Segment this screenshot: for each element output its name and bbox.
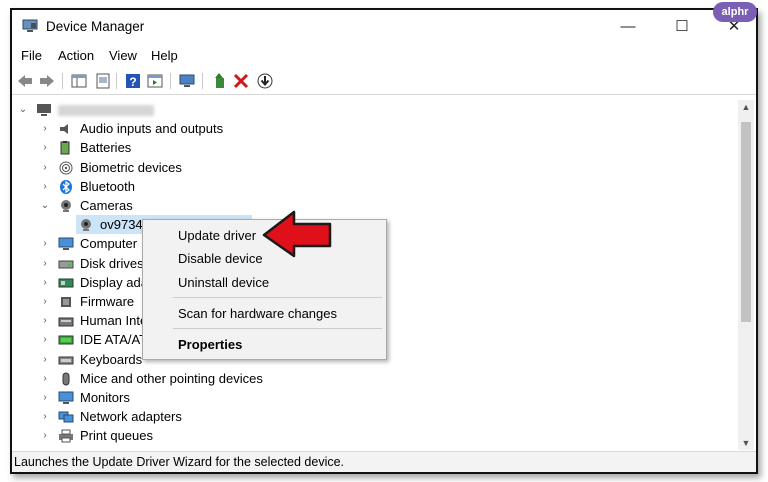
chevron-down-icon[interactable]: ⌄ [18, 100, 28, 119]
category-label: Biometric devices [80, 160, 182, 175]
redacted-computer-name [58, 105, 154, 117]
category-label: Print queues [80, 428, 153, 443]
network-icon [58, 411, 74, 423]
uninstall-device-icon[interactable] [232, 72, 250, 90]
tree-category-item[interactable]: › Audio inputs and outputs [12, 119, 412, 138]
chevron-right-icon[interactable]: › [40, 273, 50, 292]
chevron-right-icon[interactable]: › [40, 426, 50, 445]
webcam-icon [81, 219, 91, 231]
forward-arrow-icon[interactable] [38, 72, 56, 90]
tree-category-item[interactable]: ⌄ Cameras [12, 196, 412, 215]
printer-icon [59, 429, 73, 443]
chevron-right-icon[interactable]: › [40, 138, 50, 157]
category-label: Cameras [80, 198, 133, 213]
menu-item-properties[interactable]: Properties [178, 337, 242, 352]
tree-category-item[interactable]: › Biometric devices [12, 158, 412, 177]
chevron-down-icon[interactable]: ⌄ [40, 196, 50, 215]
speaker-icon [60, 124, 68, 134]
maximize-button[interactable]: ☐ [660, 14, 704, 40]
tree-category-item[interactable]: › Monitors [12, 388, 412, 407]
tree-category-item[interactable]: › Mice and other pointing devices [12, 369, 412, 388]
window-title: Device Manager [46, 19, 145, 34]
category-label: Network adapters [80, 409, 182, 424]
minimize-button[interactable]: — [606, 14, 650, 40]
computer-root-icon [37, 104, 51, 116]
enable-device-icon[interactable] [256, 72, 274, 90]
firmware-icon [61, 297, 71, 307]
alphr-watermark: alphr [713, 2, 757, 22]
scroll-down-icon[interactable]: ▼ [738, 436, 754, 450]
chevron-right-icon[interactable]: › [40, 254, 50, 273]
chevron-right-icon[interactable]: › [40, 119, 50, 138]
category-label: Monitors [80, 390, 130, 405]
chevron-right-icon[interactable]: › [40, 158, 50, 177]
tree-category-item[interactable]: › Network adapters [12, 407, 412, 426]
category-label: Disk drives [80, 256, 144, 271]
category-label: Computer [80, 236, 138, 251]
action-pane-icon[interactable] [146, 72, 164, 90]
chevron-right-icon[interactable]: › [40, 292, 50, 311]
category-label: Mice and other pointing devices [80, 371, 263, 386]
menu-separator [173, 328, 382, 329]
category-label: Display ada [80, 275, 148, 290]
monitor-icon [58, 237, 74, 250]
status-bar: Launches the Update Driver Wizard for th… [12, 451, 756, 472]
chevron-right-icon[interactable]: › [40, 234, 50, 253]
scroll-up-icon[interactable]: ▲ [738, 100, 754, 114]
chevron-right-icon[interactable]: › [40, 369, 50, 388]
scan-hardware-icon[interactable] [178, 72, 196, 90]
bluetooth-icon [60, 180, 72, 194]
menu-item-uninstall-device[interactable]: Uninstall device [178, 275, 269, 290]
tree-root[interactable]: ⌄ [12, 100, 312, 119]
tree-category-item[interactable]: › Bluetooth [12, 177, 412, 196]
category-label: Firmware [80, 294, 135, 309]
menu-view[interactable]: View [109, 48, 137, 63]
menu-item-disable-device[interactable]: Disable device [178, 251, 263, 266]
ide-icon [58, 335, 74, 345]
chevron-right-icon[interactable]: › [40, 311, 50, 330]
category-label: Keyboards [80, 352, 143, 367]
menu-separator [173, 297, 382, 298]
menu-bar: File Action View Help [12, 46, 756, 66]
status-text: Launches the Update Driver Wizard for th… [14, 455, 345, 469]
fingerprint-icon [59, 161, 73, 175]
mouse-icon [62, 372, 70, 386]
menu-item-scan-hardware[interactable]: Scan for hardware changes [178, 306, 337, 321]
tree-category-item[interactable]: › Print queues [12, 426, 412, 445]
chevron-right-icon[interactable]: › [40, 407, 50, 426]
keyboard-icon [58, 356, 74, 365]
display-adapter-icon [58, 278, 74, 288]
chevron-right-icon[interactable]: › [40, 330, 50, 349]
update-driver-icon[interactable] [210, 72, 228, 90]
vertical-scrollbar[interactable]: ▲ ▼ [738, 100, 754, 450]
back-arrow-icon[interactable] [16, 72, 34, 90]
chevron-right-icon[interactable]: › [40, 177, 50, 196]
category-label: Batteries [80, 140, 132, 155]
tree-category-item[interactable]: › Batteries [12, 138, 412, 157]
svg-text:?: ? [129, 75, 136, 89]
title-bar: Device Manager — ☐ ✕ [12, 10, 756, 44]
menu-help[interactable]: Help [151, 48, 178, 63]
help-icon[interactable]: ? [124, 72, 142, 90]
menu-action[interactable]: Action [58, 48, 94, 63]
chevron-right-icon[interactable]: › [40, 350, 50, 369]
category-label: Human Inte [80, 313, 148, 328]
device-manager-icon [22, 19, 38, 32]
red-arrow-annotation-icon [262, 210, 332, 258]
chevron-right-icon[interactable]: › [40, 388, 50, 407]
show-hide-console-tree-icon[interactable] [70, 72, 88, 90]
properties-sheet-icon[interactable] [94, 72, 112, 90]
monitor-icon [58, 391, 74, 404]
scroll-thumb[interactable] [741, 122, 751, 322]
camera-icon [61, 200, 71, 212]
category-label: Audio inputs and outputs [80, 121, 224, 136]
hid-icon [58, 317, 74, 327]
battery-icon [60, 141, 70, 155]
menu-item-update-driver[interactable]: Update driver [178, 228, 256, 243]
category-label: Bluetooth [80, 179, 135, 194]
disk-icon [58, 260, 74, 269]
toolbar: ? [12, 68, 756, 95]
menu-file[interactable]: File [21, 48, 42, 63]
